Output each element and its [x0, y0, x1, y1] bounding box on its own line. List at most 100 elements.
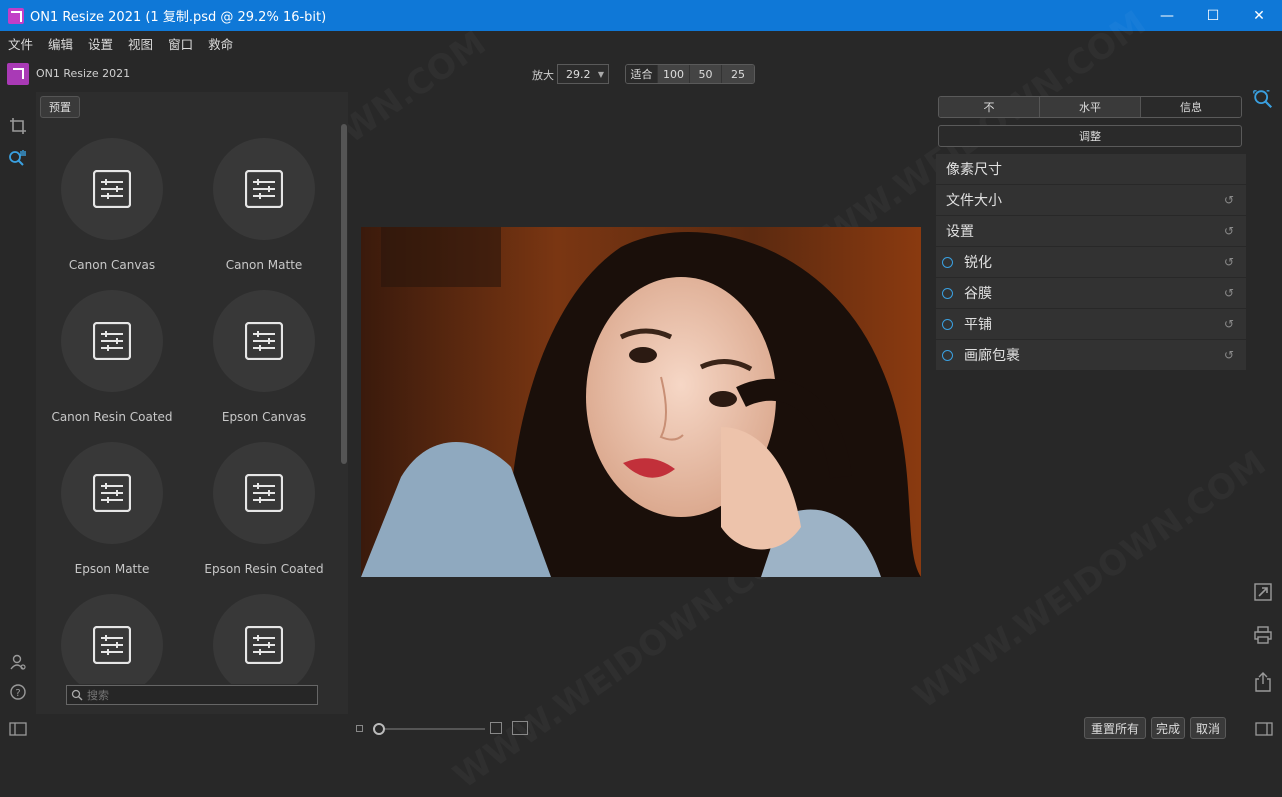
presets-tab-button[interactable]: 预置 [40, 96, 80, 118]
brand-logo-icon [7, 63, 29, 85]
preset-thumbnail [213, 290, 315, 392]
search-icon [71, 689, 83, 701]
toggle-ring-icon[interactable] [942, 318, 953, 330]
crop-icon[interactable] [8, 116, 28, 136]
share-icon[interactable] [1252, 671, 1274, 693]
close-button[interactable]: ✕ [1236, 0, 1282, 31]
menu-view[interactable]: 视图 [128, 34, 153, 53]
section-label: 文件大小 [946, 193, 1002, 209]
sliders-icon [93, 322, 131, 360]
preset-grid: Canon Canvas Canon Matte Canon Resin Coa… [36, 124, 340, 684]
zoom-25-button[interactable]: 25 [722, 65, 754, 83]
preset-item[interactable] [188, 580, 340, 684]
app-icon [8, 7, 24, 24]
menu-edit[interactable]: 编辑 [48, 34, 73, 53]
zoom-preset-buttons: 适合 100 50 25 [625, 64, 755, 84]
window-controls: — ☐ ✕ [1144, 0, 1282, 31]
preset-item[interactable]: Epson Canvas [188, 276, 340, 428]
section-gallery-wrap[interactable]: 画廊包裹 ↺ [936, 340, 1246, 370]
maximize-button[interactable]: ☐ [1190, 0, 1236, 31]
preset-label: Epson Resin Coated [204, 562, 324, 576]
section-pixel-dimensions[interactable]: 像素尺寸 [936, 154, 1246, 184]
svg-text:?: ? [15, 688, 20, 699]
print-icon[interactable] [1252, 624, 1274, 646]
image-preview[interactable] [361, 227, 921, 577]
chevron-down-icon: ▼ [597, 69, 604, 79]
preset-thumbnail [61, 442, 163, 544]
reset-icon[interactable]: ↺ [1224, 193, 1234, 207]
reset-icon[interactable]: ↺ [1224, 317, 1234, 331]
preset-label: Canon Canvas [68, 258, 156, 272]
reset-icon[interactable]: ↺ [1224, 224, 1234, 238]
zoom-50-button[interactable]: 50 [690, 65, 722, 83]
section-label: 画廊包裹 [964, 348, 1020, 364]
adjust-button[interactable]: 调整 [938, 125, 1242, 147]
zoom-100-button[interactable]: 100 [658, 65, 690, 83]
section-film-grain[interactable]: 谷膜 ↺ [936, 278, 1246, 308]
zoom-fit-button[interactable]: 适合 [626, 65, 658, 83]
preset-label: Canon Matte [225, 258, 303, 272]
reset-all-button[interactable]: 重置所有 [1084, 717, 1146, 739]
preset-item[interactable]: Canon Resin Coated [36, 276, 188, 428]
preset-item[interactable]: Epson Matte [36, 428, 188, 580]
preset-item[interactable]: Canon Matte [188, 124, 340, 276]
brand-name: ON1 Resize 2021 [36, 67, 131, 80]
toggle-ring-icon[interactable] [942, 349, 953, 361]
done-button[interactable]: 完成 [1151, 717, 1185, 739]
reset-icon[interactable]: ↺ [1224, 255, 1234, 269]
preset-thumbnail [213, 138, 315, 240]
section-label: 谷膜 [964, 286, 992, 302]
menu-window[interactable]: 窗口 [168, 34, 193, 53]
watermark: WWW.WEIDOWN.COM [906, 443, 1273, 717]
tab-info[interactable]: 信息 [1141, 97, 1241, 117]
section-sharpen[interactable]: 锐化 ↺ [936, 247, 1246, 277]
preset-thumbnail [61, 290, 163, 392]
zoom-level-value: 29.2 [566, 67, 591, 81]
resize-export-icon[interactable] [1252, 581, 1274, 603]
preset-search-input[interactable] [87, 688, 307, 702]
user-account-icon[interactable] [8, 652, 28, 672]
help-icon[interactable]: ? [8, 682, 28, 702]
section-label: 设置 [946, 224, 974, 240]
thumbnail-size-slider[interactable] [385, 728, 485, 730]
preset-item[interactable]: Canon Canvas [36, 124, 188, 276]
sliders-icon [93, 474, 131, 512]
menu-settings[interactable]: 设置 [88, 34, 113, 53]
preset-item[interactable] [36, 580, 188, 684]
zoom-label: 放大 [532, 69, 554, 82]
compare-view-icon[interactable] [512, 721, 528, 735]
menu-file[interactable]: 文件 [8, 34, 33, 53]
toggle-ring-icon[interactable] [942, 256, 953, 268]
thumbnail-small-icon[interactable] [356, 725, 363, 732]
reset-icon[interactable]: ↺ [1224, 348, 1234, 362]
section-file-size[interactable]: 文件大小 ↺ [936, 185, 1246, 215]
section-settings[interactable]: 设置 ↺ [936, 216, 1246, 246]
preset-item[interactable]: Epson Resin Coated [188, 428, 340, 580]
thumbnail-large-icon[interactable] [490, 722, 502, 734]
section-label: 像素尺寸 [946, 162, 1002, 178]
preset-search-box[interactable] [66, 685, 318, 705]
toggle-left-panel-icon[interactable] [8, 719, 28, 739]
cancel-button[interactable]: 取消 [1190, 717, 1226, 739]
slider-handle[interactable] [373, 723, 385, 735]
tab-horizontal[interactable]: 水平 [1040, 97, 1141, 117]
preset-thumbnail [213, 594, 315, 684]
zoom-level-select[interactable]: 29.2 ▼ [557, 64, 609, 84]
right-panel-tabs: 不 水平 信息 [938, 96, 1242, 118]
window-title: ON1 Resize 2021 (1 复制.psd @ 29.2% 16-bit… [30, 10, 327, 25]
section-label: 锐化 [964, 255, 992, 271]
menu-bar: 文件 编辑 设置 视图 窗口 救命 [0, 31, 1282, 55]
title-bar: ON1 Resize 2021 (1 复制.psd @ 29.2% 16-bit… [0, 0, 1282, 31]
zoom-hand-icon[interactable] [8, 148, 28, 168]
preset-thumbnail [61, 594, 163, 684]
reset-icon[interactable]: ↺ [1224, 286, 1234, 300]
zoom-magnify-icon[interactable] [1252, 88, 1274, 110]
preset-scrollbar[interactable] [341, 124, 347, 464]
preset-label: Epson Canvas [221, 410, 307, 424]
menu-help[interactable]: 救命 [208, 34, 233, 53]
toggle-right-panel-icon[interactable] [1253, 718, 1275, 740]
tab-none[interactable]: 不 [939, 97, 1040, 117]
minimize-button[interactable]: — [1144, 0, 1190, 31]
section-tiling[interactable]: 平铺 ↺ [936, 309, 1246, 339]
toggle-ring-icon[interactable] [942, 287, 953, 299]
